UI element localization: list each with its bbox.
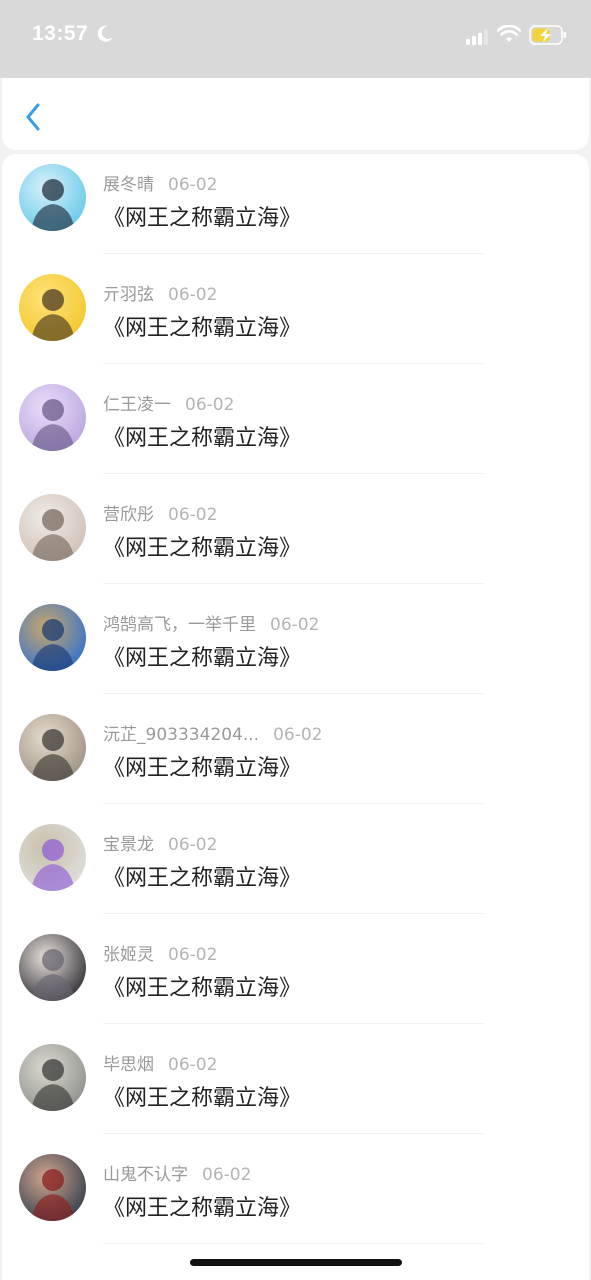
reader-date: 06-02: [185, 395, 235, 415]
nav-bar: [2, 78, 589, 150]
list-item[interactable]: 宝景龙 06-02 《网王之称霸立海》: [2, 814, 589, 924]
reader-list: 展冬晴 06-02 《网王之称霸立海》 亓羽弦 06-02 《网王之称霸立海》 仁王凌一 06…: [2, 154, 589, 1280]
reader-meta: 毕思烟 06-02: [103, 1050, 217, 1075]
list-item[interactable]: 沅芷_903334204... 06-02 《网王之称霸立海》: [2, 704, 589, 814]
reader-meta: 沅芷_903334204... 06-02: [103, 720, 322, 745]
book-title[interactable]: 《网王之称霸立海》: [103, 750, 301, 782]
book-title[interactable]: 《网王之称霸立海》: [103, 970, 301, 1002]
reader-meta: 张姬灵 06-02: [103, 940, 217, 965]
wifi-icon: [497, 25, 521, 42]
reader-name[interactable]: 山鬼不认字: [103, 1165, 188, 1185]
reader-date: 06-02: [168, 1055, 218, 1075]
divider: [103, 913, 483, 914]
avatar[interactable]: [19, 714, 86, 781]
reader-meta: 亓羽弦 06-02: [103, 280, 217, 305]
divider: [103, 583, 483, 584]
divider: [103, 1023, 483, 1024]
divider: [103, 1133, 483, 1134]
reader-date: 06-02: [168, 945, 218, 965]
reader-date: 06-02: [168, 835, 218, 855]
status-time: 13:57: [32, 22, 89, 45]
reader-name[interactable]: 鸿鹄高飞，一举千里: [103, 615, 256, 635]
reader-name[interactable]: 营欣彤: [103, 505, 154, 525]
reader-date: 06-02: [270, 615, 320, 635]
list-item[interactable]: 鸿鹄高飞，一举千里 06-02 《网王之称霸立海》: [2, 594, 589, 704]
reader-date: 06-02: [168, 505, 218, 525]
reader-name[interactable]: 毕思烟: [103, 1055, 154, 1075]
book-title[interactable]: 《网王之称霸立海》: [103, 530, 301, 562]
reader-meta: 鸿鹄高飞，一举千里 06-02: [103, 610, 319, 635]
avatar[interactable]: [19, 384, 86, 451]
divider: [103, 363, 483, 364]
book-title[interactable]: 《网王之称霸立海》: [103, 1080, 301, 1112]
book-title[interactable]: 《网王之称霸立海》: [103, 310, 301, 342]
home-indicator: [190, 1259, 402, 1266]
book-title[interactable]: 《网王之称霸立海》: [103, 640, 301, 672]
reader-date: 06-02: [202, 1165, 252, 1185]
divider: [103, 473, 483, 474]
reader-name[interactable]: 沅芷_903334204...: [103, 725, 259, 745]
divider: [103, 1243, 483, 1244]
avatar[interactable]: [19, 934, 86, 1001]
back-button[interactable]: [18, 100, 48, 134]
reader-meta: 仁王凌一 06-02: [103, 390, 234, 415]
reader-meta: 展冬晴 06-02: [103, 170, 217, 195]
book-title[interactable]: 《网王之称霸立海》: [103, 420, 301, 452]
avatar[interactable]: [19, 1154, 86, 1221]
signal-icon: [466, 29, 488, 45]
reader-name[interactable]: 宝景龙: [103, 835, 154, 855]
avatar[interactable]: [19, 1044, 86, 1111]
divider: [103, 803, 483, 804]
list-item[interactable]: 毕思烟 06-02 《网王之称霸立海》: [2, 1034, 589, 1144]
moon-icon: [97, 25, 113, 42]
reader-name[interactable]: 展冬晴: [103, 175, 154, 195]
book-title[interactable]: 《网王之称霸立海》: [103, 200, 301, 232]
reader-name[interactable]: 仁王凌一: [103, 395, 171, 415]
list-item[interactable]: 营欣彤 06-02 《网王之称霸立海》: [2, 484, 589, 594]
divider: [103, 693, 483, 694]
reader-date: 06-02: [168, 175, 218, 195]
avatar[interactable]: [19, 824, 86, 891]
reader-meta: 宝景龙 06-02: [103, 830, 217, 855]
reader-name[interactable]: 张姬灵: [103, 945, 154, 965]
status-bar: 13:57: [0, 0, 591, 78]
divider: [103, 253, 483, 254]
reader-date: 06-02: [273, 725, 323, 745]
list-item[interactable]: 展冬晴 06-02 《网王之称霸立海》: [2, 154, 589, 264]
reader-meta: 营欣彤 06-02: [103, 500, 217, 525]
book-title[interactable]: 《网王之称霸立海》: [103, 1190, 301, 1222]
list-item[interactable]: 张姬灵 06-02 《网王之称霸立海》: [2, 924, 589, 1034]
reader-date: 06-02: [168, 285, 218, 305]
avatar[interactable]: [19, 604, 86, 671]
avatar[interactable]: [19, 164, 86, 231]
reader-name[interactable]: 亓羽弦: [103, 285, 154, 305]
battery-charging-icon: [529, 25, 566, 45]
reader-meta: 山鬼不认字 06-02: [103, 1160, 251, 1185]
partial-row-peek: [103, 1272, 108, 1280]
list-item[interactable]: 仁王凌一 06-02 《网王之称霸立海》: [2, 374, 589, 484]
list-item[interactable]: 亓羽弦 06-02 《网王之称霸立海》: [2, 264, 589, 374]
list-item[interactable]: 山鬼不认字 06-02 《网王之称霸立海》: [2, 1144, 589, 1254]
book-title[interactable]: 《网王之称霸立海》: [103, 860, 301, 892]
avatar[interactable]: [19, 494, 86, 561]
avatar[interactable]: [19, 274, 86, 341]
chevron-left-icon: [26, 103, 40, 131]
